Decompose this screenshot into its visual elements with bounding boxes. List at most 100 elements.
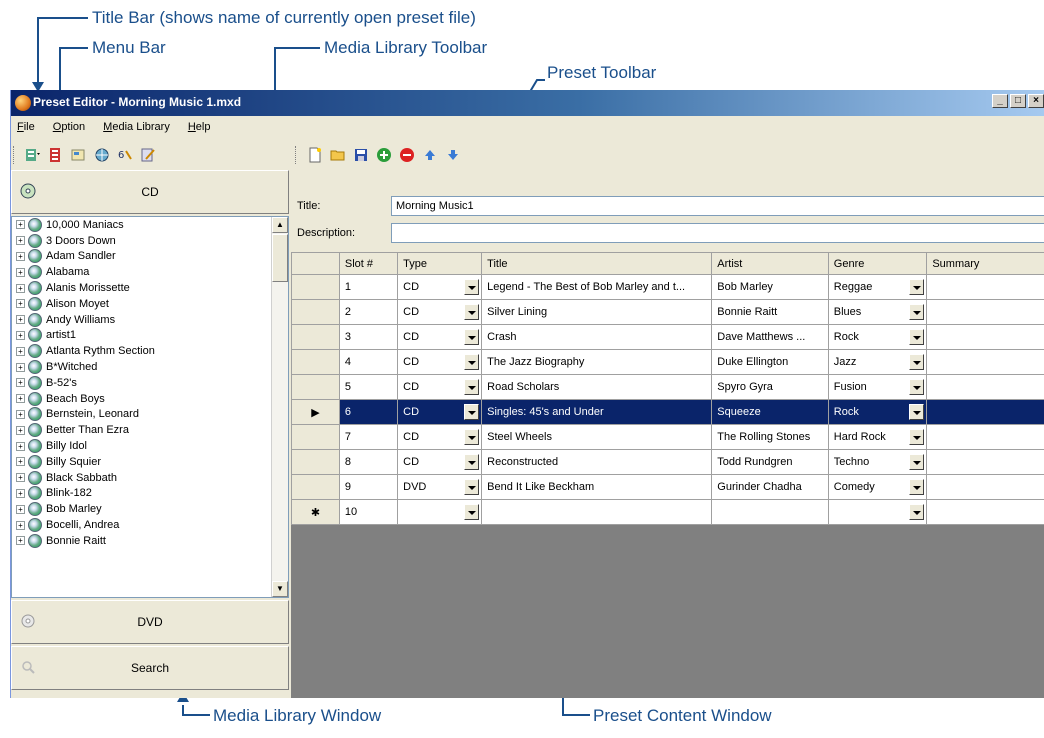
type-cell[interactable]: CD <box>397 299 483 325</box>
chevron-down-icon[interactable] <box>909 279 925 295</box>
expand-icon[interactable]: + <box>16 346 25 356</box>
expand-icon[interactable]: + <box>16 330 25 340</box>
sort-icon[interactable]: 6 <box>116 146 134 164</box>
edit-library-icon[interactable] <box>139 146 157 164</box>
chevron-down-icon[interactable] <box>909 329 925 345</box>
chevron-down-icon[interactable] <box>909 429 925 445</box>
genre-cell[interactable]: Fusion <box>827 374 928 400</box>
tree-item[interactable]: + Bonnie Raitt <box>12 533 270 549</box>
tree-item[interactable]: + B-52's <box>12 375 270 391</box>
expand-icon[interactable]: + <box>16 299 25 309</box>
expand-icon[interactable]: + <box>16 267 25 277</box>
title-bar[interactable]: Preset Editor - Morning Music 1.mxd _ □ … <box>11 90 1044 116</box>
chevron-down-icon[interactable] <box>909 304 925 320</box>
artist-cell[interactable]: Dave Matthews ... <box>711 324 829 350</box>
title-cell[interactable]: The Jazz Biography <box>481 349 713 375</box>
type-cell[interactable]: CD <box>397 274 483 300</box>
chevron-down-icon[interactable] <box>464 279 480 295</box>
save-preset-icon[interactable] <box>352 146 370 164</box>
artist-cell[interactable]: Duke Ellington <box>711 349 829 375</box>
type-cell[interactable]: CD <box>397 449 483 475</box>
column-header-slot[interactable]: Slot # <box>338 252 399 275</box>
title-cell[interactable]: Crash <box>481 324 713 350</box>
add-library-item-icon[interactable] <box>24 146 42 164</box>
type-cell[interactable] <box>397 499 483 525</box>
chevron-down-icon[interactable] <box>464 379 480 395</box>
minimize-button[interactable]: _ <box>992 94 1008 108</box>
table-row[interactable]: 2 CD Silver Lining Bonnie Raitt Blues <box>291 299 1044 325</box>
chevron-down-icon[interactable] <box>464 454 480 470</box>
expand-icon[interactable]: + <box>16 473 25 483</box>
close-button[interactable]: × <box>1028 94 1044 108</box>
tree-item[interactable]: + Billy Squier <box>12 454 270 470</box>
expand-icon[interactable]: + <box>16 394 25 404</box>
media-library-tree[interactable]: +10,000 Maniacs +3 Doors Down + Adam Sandle… <box>11 216 289 598</box>
menu-file[interactable]: File <box>17 121 35 133</box>
genre-cell[interactable]: Techno <box>827 449 928 475</box>
expand-icon[interactable]: + <box>16 409 25 419</box>
summary-cell[interactable] <box>926 474 1044 500</box>
tree-item[interactable]: + Alanis Morissette <box>12 280 270 296</box>
slot-cell[interactable]: 7 <box>338 424 399 450</box>
tree-item[interactable]: + B*Witched <box>12 359 270 375</box>
move-up-icon[interactable] <box>421 146 439 164</box>
tree-item[interactable]: +10,000 Maniacs <box>12 217 270 233</box>
expand-icon[interactable]: + <box>16 315 25 325</box>
menu-help[interactable]: Help <box>188 121 211 133</box>
artist-cell[interactable]: Squeeze <box>711 399 829 425</box>
chevron-down-icon[interactable] <box>464 504 480 520</box>
library-list-icon[interactable] <box>47 146 65 164</box>
expand-icon[interactable]: + <box>16 378 25 388</box>
slot-cell[interactable]: 9 <box>338 474 399 500</box>
genre-cell[interactable]: Rock <box>827 324 928 350</box>
type-cell[interactable]: CD <box>397 374 483 400</box>
chevron-down-icon[interactable] <box>909 454 925 470</box>
row-header[interactable] <box>291 349 340 375</box>
summary-cell[interactable] <box>926 424 1044 450</box>
expand-icon[interactable]: + <box>16 520 25 530</box>
tree-item[interactable]: + Bernstein, Leonard <box>12 407 270 423</box>
genre-cell[interactable]: Rock <box>827 399 928 425</box>
expand-icon[interactable]: + <box>16 536 25 546</box>
title-cell[interactable]: Legend - The Best of Bob Marley and t... <box>481 274 713 300</box>
column-header-title[interactable]: Title <box>481 252 713 275</box>
type-cell[interactable]: CD <box>397 349 483 375</box>
open-preset-icon[interactable] <box>329 146 347 164</box>
chevron-down-icon[interactable] <box>464 354 480 370</box>
type-cell[interactable]: DVD <box>397 474 483 500</box>
toolbar-grip[interactable] <box>13 146 16 164</box>
scroll-down-button[interactable]: ▼ <box>272 581 288 597</box>
expand-icon[interactable]: + <box>16 488 25 498</box>
row-header[interactable]: ▶ <box>291 399 340 425</box>
chevron-down-icon[interactable] <box>464 304 480 320</box>
slot-cell[interactable]: 1 <box>338 274 399 300</box>
genre-cell[interactable]: Reggae <box>827 274 928 300</box>
artist-cell[interactable]: Bob Marley <box>711 274 829 300</box>
tree-item[interactable]: + Black Sabbath <box>12 470 270 486</box>
artist-cell[interactable]: Bonnie Raitt <box>711 299 829 325</box>
tree-item[interactable]: + Better Than Ezra <box>12 422 270 438</box>
slot-cell[interactable]: 2 <box>338 299 399 325</box>
expand-icon[interactable]: + <box>16 251 25 261</box>
slot-cell[interactable]: 5 <box>338 374 399 400</box>
row-header[interactable] <box>291 299 340 325</box>
row-header[interactable] <box>291 274 340 300</box>
table-row[interactable]: 3 CD Crash Dave Matthews ... Rock <box>291 324 1044 350</box>
tree-item[interactable]: + Atlanta Rythm Section <box>12 343 270 359</box>
expand-icon[interactable]: + <box>16 425 25 435</box>
title-cell[interactable]: Steel Wheels <box>481 424 713 450</box>
expand-icon[interactable]: + <box>16 504 25 514</box>
summary-cell[interactable] <box>926 274 1044 300</box>
move-down-icon[interactable] <box>444 146 462 164</box>
genre-cell[interactable]: Comedy <box>827 474 928 500</box>
type-cell[interactable]: CD <box>397 324 483 350</box>
table-row[interactable]: 1 CD Legend - The Best of Bob Marley and t… <box>291 274 1044 300</box>
table-row[interactable]: 5 CD Road Scholars Spyro Gyra Fusion <box>291 374 1044 400</box>
tree-item[interactable]: + Alabama <box>12 264 270 280</box>
row-header[interactable] <box>291 449 340 475</box>
table-row[interactable]: 8 CD Reconstructed Todd Rundgren Techno <box>291 449 1044 475</box>
title-cell[interactable]: Singles: 45's and Under <box>481 399 713 425</box>
cd-library-button[interactable]: CD <box>11 170 289 214</box>
new-preset-icon[interactable] <box>306 146 324 164</box>
chevron-down-icon[interactable] <box>464 404 480 420</box>
